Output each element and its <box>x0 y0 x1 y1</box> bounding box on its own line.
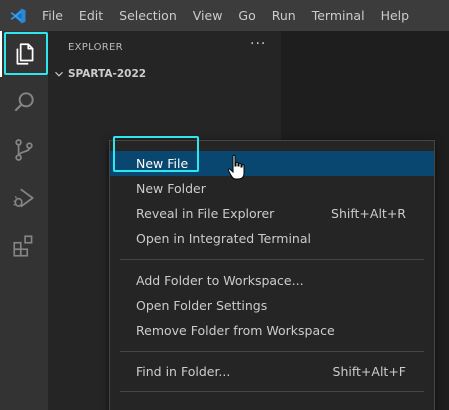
menu-terminal[interactable]: Terminal <box>304 0 373 31</box>
ctx-label: New Folder <box>136 181 206 196</box>
ctx-open-terminal[interactable]: Open in Integrated Terminal <box>110 226 434 251</box>
menu-edit[interactable]: Edit <box>71 0 111 31</box>
ctx-separator <box>120 259 424 260</box>
activity-bar <box>0 31 48 410</box>
menu-help[interactable]: Help <box>373 0 418 31</box>
source-control-icon <box>15 139 33 161</box>
extensions-icon <box>13 235 33 257</box>
menu-go[interactable]: Go <box>230 0 263 31</box>
ctx-remove-folder-workspace[interactable]: Remove Folder from Workspace <box>110 318 434 343</box>
ctx-separator <box>120 391 424 392</box>
menu-bar: File Edit Selection View Go Run Terminal… <box>0 0 449 31</box>
ctx-label: Reveal in File Explorer <box>136 206 275 221</box>
vscode-logo-icon[interactable] <box>0 0 36 31</box>
activity-source-control[interactable] <box>0 127 48 173</box>
ctx-new-folder[interactable]: New Folder <box>110 176 434 201</box>
activity-explorer[interactable] <box>0 31 48 77</box>
search-icon <box>14 92 34 112</box>
folder-row-sparta[interactable]: SPARTA-2022 <box>52 67 146 81</box>
context-menu: New File New Folder Reveal in File Explo… <box>109 140 435 410</box>
ctx-shortcut: Shift+Alt+R <box>331 206 406 221</box>
activity-extensions[interactable] <box>0 223 48 269</box>
activity-run-debug[interactable] <box>0 175 48 221</box>
ctx-label: Open in Integrated Terminal <box>136 231 311 246</box>
menu-run[interactable]: Run <box>264 0 304 31</box>
hand-cursor-icon <box>227 154 245 180</box>
ctx-shortcut: Shift+Alt+F <box>332 364 406 379</box>
ctx-open-folder-settings[interactable]: Open Folder Settings <box>110 293 434 318</box>
ctx-label: Remove Folder from Workspace <box>136 323 335 338</box>
ctx-label: Find in Folder... <box>136 364 231 379</box>
run-debug-icon <box>13 188 34 208</box>
activity-search[interactable] <box>0 79 48 125</box>
ctx-separator <box>120 351 424 352</box>
sidebar-title: EXPLORER <box>68 42 123 53</box>
folder-name: SPARTA-2022 <box>68 68 147 80</box>
new-file-highlight-box <box>113 136 199 172</box>
ctx-label: Add Folder to Workspace... <box>136 273 304 288</box>
menu-selection[interactable]: Selection <box>111 0 185 31</box>
ctx-label: Open Folder Settings <box>136 298 268 313</box>
ctx-reveal-in-explorer[interactable]: Reveal in File Explorer Shift+Alt+R <box>110 201 434 226</box>
menu-file[interactable]: File <box>36 0 71 31</box>
ctx-find-in-folder[interactable]: Find in Folder... Shift+Alt+F <box>110 359 434 384</box>
ctx-add-folder-workspace[interactable]: Add Folder to Workspace... <box>110 268 434 293</box>
menu-view[interactable]: View <box>185 0 231 31</box>
more-actions-icon[interactable]: ··· <box>250 36 266 52</box>
chevron-down-icon <box>55 71 63 77</box>
explorer-highlight-box <box>4 32 48 75</box>
